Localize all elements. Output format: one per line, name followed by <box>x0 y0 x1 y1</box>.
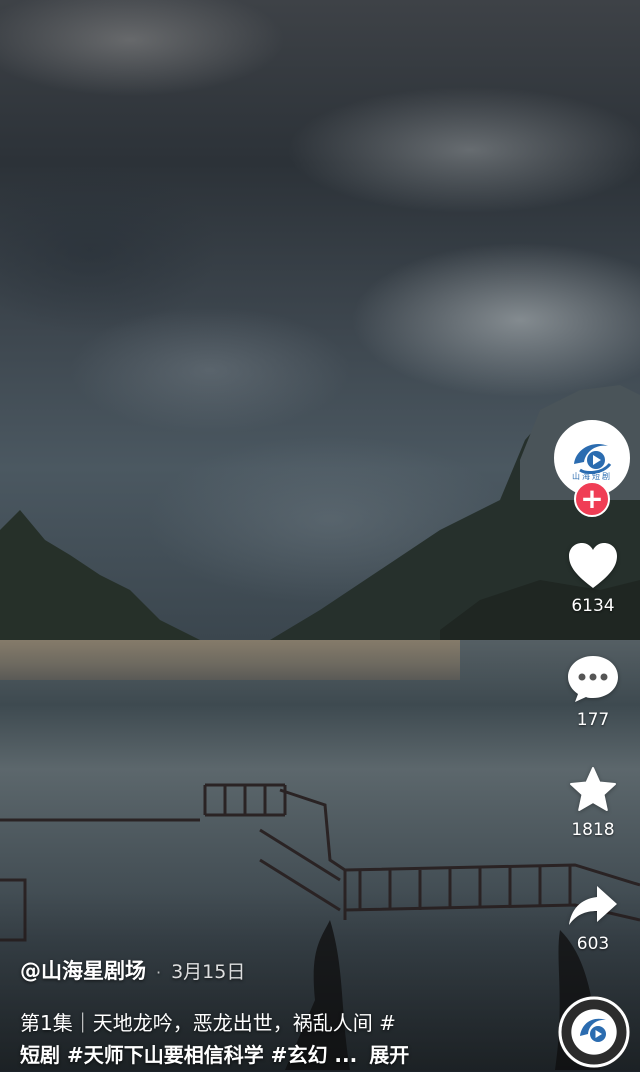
video-frame[interactable] <box>0 0 640 1071</box>
author-row: @山海星剧场 · 3月15日 <box>20 955 540 985</box>
music-disc-icon <box>558 996 630 1068</box>
far-shore <box>0 640 460 680</box>
comment-button[interactable]: 177 <box>560 654 626 730</box>
favorite-count: 1818 <box>571 820 615 840</box>
follow-button[interactable]: + <box>574 481 610 517</box>
post-date: 3月15日 <box>171 961 246 983</box>
video-caption: @山海星剧场 · 3月15日 第1集｜天地龙吟，恶龙出世，祸乱人间 # 短剧 #… <box>20 955 540 1071</box>
expand-button[interactable]: 展开 <box>369 1043 409 1067</box>
hashtag-line[interactable]: 短剧 #天师下山要相信科学 #玄幻 ... <box>20 1043 357 1067</box>
like-count: 6134 <box>571 596 615 616</box>
comment-icon <box>568 656 618 702</box>
mountain-silhouette <box>0 385 640 660</box>
separator-dot: · <box>156 963 162 982</box>
video-description[interactable]: 第1集｜天地龙吟，恶龙出世，祸乱人间 # 短剧 #天师下山要相信科学 #玄幻 .… <box>20 1007 490 1071</box>
description-line-1: 第1集｜天地龙吟，恶龙出世，祸乱人间 # <box>20 1011 396 1035</box>
share-button[interactable]: 603 <box>560 884 626 954</box>
like-button[interactable]: 6134 <box>560 542 626 616</box>
share-icon <box>569 886 617 925</box>
music-disc-button[interactable] <box>558 996 630 1068</box>
author-name[interactable]: @山海星剧场 <box>20 955 146 985</box>
comment-count: 177 <box>576 710 610 730</box>
plus-icon: + <box>580 482 604 515</box>
favorite-button[interactable]: 1818 <box>560 766 626 840</box>
star-icon <box>570 767 616 811</box>
heart-icon <box>569 543 617 588</box>
description-line-2: 短剧 #天师下山要相信科学 #玄幻 ... 展开 <box>20 1039 490 1071</box>
share-count: 603 <box>576 934 610 954</box>
